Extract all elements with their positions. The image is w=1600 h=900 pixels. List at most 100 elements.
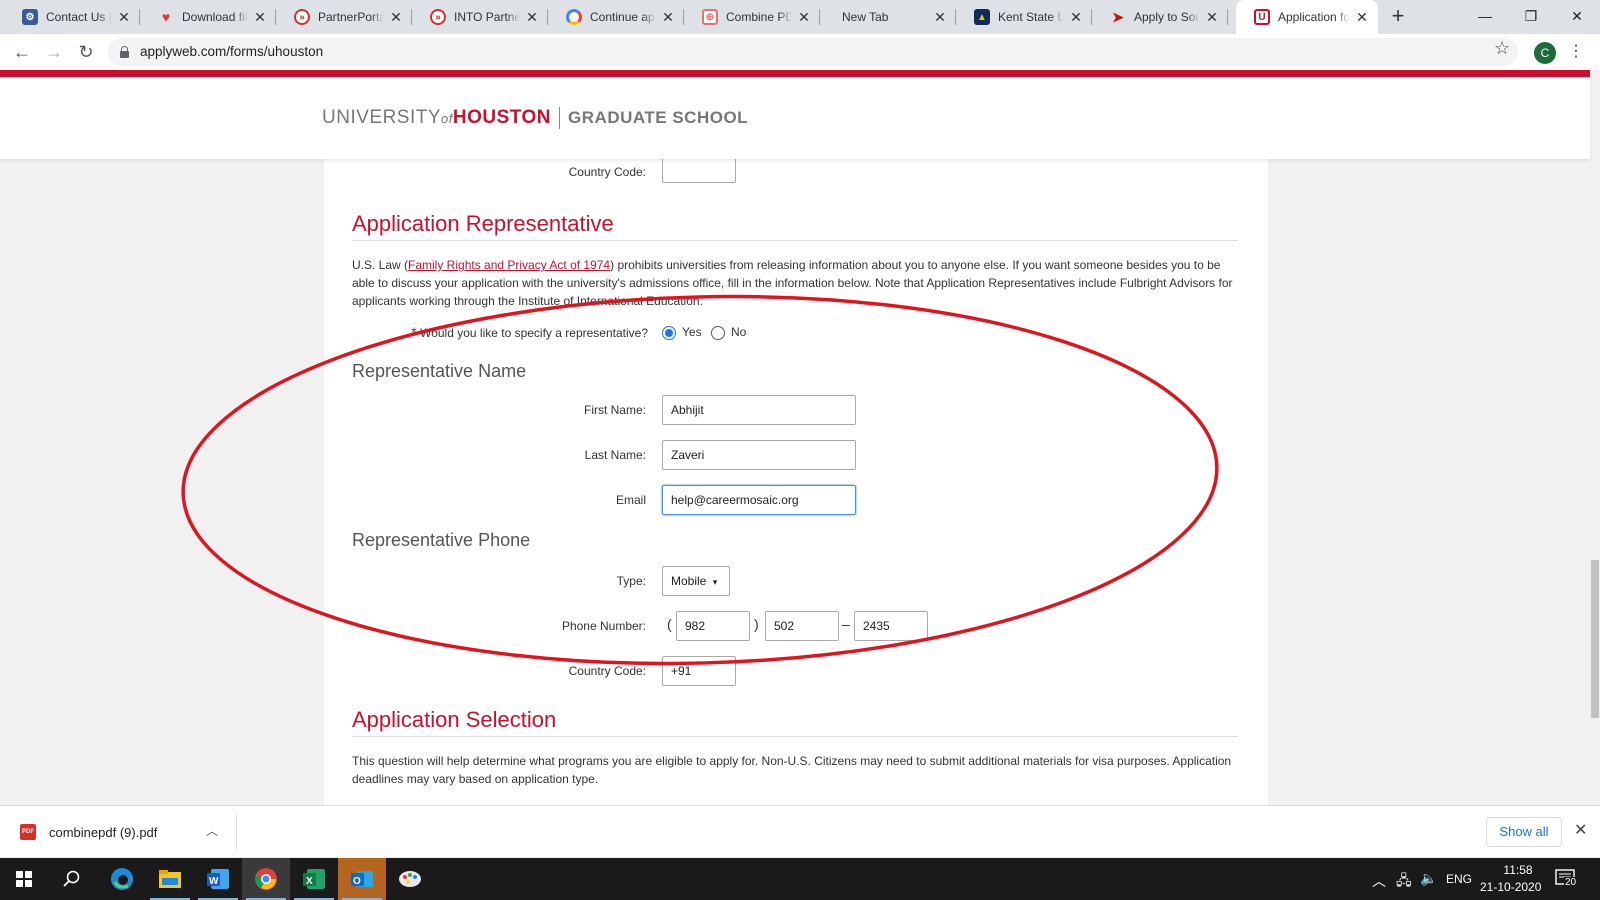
google-icon (566, 9, 582, 25)
clock-date[interactable]: 21-10-2020 (1480, 880, 1541, 894)
url-text[interactable]: applyweb.com/forms/uhouston (140, 44, 323, 59)
close-icon[interactable]: ✕ (660, 9, 676, 25)
scrollbar-thumb[interactable] (1591, 560, 1599, 718)
download-file-name[interactable]: combinepdf (9).pdf (49, 825, 157, 840)
phone-line-input[interactable] (854, 611, 928, 641)
word-icon[interactable]: W (194, 858, 242, 900)
excel-icon[interactable]: X (290, 858, 338, 900)
country-code-input[interactable] (662, 656, 736, 686)
specify-yes-label[interactable]: Yes (682, 325, 702, 339)
window-close-button[interactable]: ✕ (1554, 0, 1600, 32)
tab-combine-pdf[interactable]: ⊕ Combine PDF ✕ (684, 0, 820, 34)
chevron-up-icon[interactable]: ︿ (1372, 871, 1386, 891)
network-icon[interactable]: 🖧 (1396, 870, 1412, 894)
browser-tab-strip: ⚙ Contact Us | A ✕ ♥ Download file ✕ » P… (0, 0, 1600, 34)
heart-icon: ♥ (161, 9, 171, 25)
tab-apply-southern[interactable]: ➤ Apply to Sout ✕ (1092, 0, 1228, 34)
tab-application-active[interactable]: U Application fo ✕ (1236, 0, 1378, 34)
close-icon[interactable]: ✕ (524, 9, 540, 25)
notification-center-icon[interactable]: 20 (1555, 868, 1578, 890)
back-arrow-icon[interactable]: ← (10, 40, 34, 64)
tab-kent-state[interactable]: ▲ Kent State Un ✕ (956, 0, 1092, 34)
uh-graduate-school-logo[interactable]: UNIVERSITY of HOUSTON GRADUATE SCHOOL (322, 107, 748, 129)
kent-state-icon: ▲ (974, 9, 990, 25)
chrome-icon[interactable] (242, 858, 290, 900)
section-divider (352, 240, 1238, 241)
close-icon[interactable]: ✕ (116, 9, 132, 25)
tab-contact-us[interactable]: ⚙ Contact Us | A ✕ (4, 0, 140, 34)
kebab-menu-icon[interactable]: ⋮ (1568, 42, 1584, 62)
phone-dash: – (842, 616, 850, 632)
bookmark-star-icon[interactable]: ☆ (1494, 38, 1510, 59)
close-icon[interactable]: ✕ (1574, 820, 1587, 840)
uh-seal-icon: U (1254, 9, 1270, 25)
edge-icon[interactable] (98, 858, 146, 900)
phone-open-paren: ( (667, 616, 672, 632)
minimize-button[interactable]: — (1462, 0, 1508, 32)
paint-icon[interactable] (386, 858, 434, 900)
clock-time[interactable]: 11:58 (1490, 863, 1546, 877)
first-name-input[interactable] (662, 395, 856, 425)
close-icon[interactable]: ✕ (388, 9, 404, 25)
tab-title: Contact Us | A (46, 10, 112, 24)
windows-start-icon[interactable] (0, 858, 48, 900)
phone-area-code-input[interactable] (676, 611, 750, 641)
specify-no-label[interactable]: No (731, 325, 746, 339)
phone-type-select[interactable]: Mobile ▾ (662, 566, 730, 596)
notification-count: 20 (1564, 877, 1578, 888)
required-marker: * (411, 324, 417, 340)
specify-no-radio[interactable] (711, 326, 725, 340)
tab-continue-app[interactable]: Continue app ✕ (548, 0, 684, 34)
country-code-label: Country Code: (568, 664, 646, 678)
tab-download-file[interactable]: ♥ Download file ✕ (140, 0, 276, 34)
file-explorer-icon[interactable] (146, 858, 194, 900)
top-country-code-label: Country Code: (568, 165, 646, 179)
tab-title: Combine PDF (726, 10, 792, 24)
top-country-code-input[interactable] (662, 159, 736, 183)
reload-icon[interactable]: ↻ (74, 40, 98, 64)
selection-paragraph: This question will help determine what p… (352, 754, 1232, 786)
show-all-button[interactable]: Show all (1486, 817, 1562, 847)
tab-title: INTO PartnerP (454, 10, 520, 24)
last-name-input[interactable] (662, 440, 856, 470)
last-name-label: Last Name: (584, 448, 646, 462)
pdf-file-icon: PDF (20, 824, 36, 840)
email-input[interactable] (662, 485, 856, 515)
phone-type-value: Mobile (671, 574, 707, 588)
specify-representative-question: * Would you like to specify a representa… (411, 324, 648, 340)
close-icon[interactable]: ✕ (1204, 9, 1220, 25)
tab-title: Kent State Un (998, 10, 1064, 24)
phone-close-paren: ) (754, 616, 759, 632)
chevron-down-icon: ▾ (712, 577, 718, 587)
tab-partner-portal[interactable]: » PartnerPortal ✕ (276, 0, 412, 34)
tab-title: Continue app (590, 10, 656, 24)
logo-houston: HOUSTON (452, 107, 552, 128)
tab-title: Apply to Sout (1134, 10, 1200, 24)
specify-yes-radio[interactable] (662, 326, 676, 340)
forward-arrow-icon[interactable]: → (42, 40, 66, 64)
close-icon[interactable]: ✕ (1068, 9, 1084, 25)
site-header: UNIVERSITY of HOUSTON GRADUATE SCHOOL (0, 77, 1590, 159)
restore-button[interactable]: ❐ (1508, 0, 1554, 32)
phone-prefix-input[interactable] (765, 611, 839, 641)
language-indicator[interactable]: ENG (1446, 872, 1472, 886)
close-icon[interactable]: ✕ (252, 9, 268, 25)
address-bar[interactable]: applyweb.com/forms/uhouston (108, 38, 1518, 66)
tab-into-partner[interactable]: » INTO PartnerP ✕ (412, 0, 548, 34)
close-icon[interactable]: ✕ (932, 9, 948, 25)
header-accent-bar (0, 70, 1590, 77)
speaker-icon[interactable]: 🔈 (1420, 870, 1437, 887)
tab-new-tab[interactable]: New Tab ✕ (820, 0, 956, 34)
new-tab-button[interactable]: + (1386, 5, 1410, 29)
browser-toolbar: ← → ↻ applyweb.com/forms/uhouston ☆ C ⋮ (0, 34, 1600, 70)
close-icon[interactable]: ✕ (1354, 9, 1370, 25)
chevron-up-icon[interactable]: ︿ (206, 822, 218, 839)
outlook-icon[interactable]: O (338, 858, 386, 900)
search-icon[interactable] (48, 858, 96, 900)
profile-avatar[interactable]: C (1534, 42, 1556, 64)
logo-graduate-school: GRADUATE SCHOOL (568, 108, 749, 127)
ferpa-link[interactable]: Family Rights and Privacy Act of 1974 (408, 258, 610, 272)
svg-text:O: O (353, 876, 361, 887)
close-icon[interactable]: ✕ (796, 9, 812, 25)
representative-section-title: Application Representative (352, 211, 614, 236)
